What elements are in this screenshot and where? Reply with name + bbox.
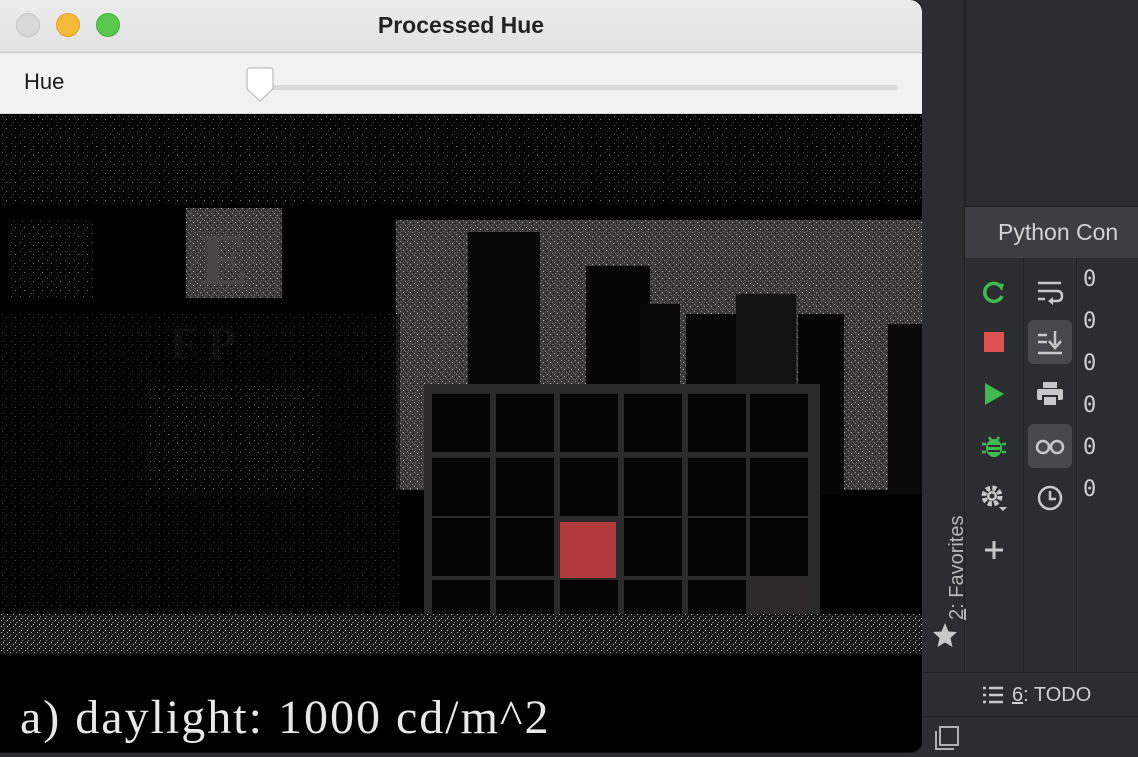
color-checker-grid	[424, 384, 820, 646]
gear-icon	[981, 485, 1007, 511]
bug-icon	[982, 436, 1006, 457]
top-noise-region	[0, 114, 922, 204]
scroll-to-end-icon	[1038, 331, 1062, 355]
todo-tab-text: : TODO	[1023, 683, 1092, 706]
settings-button[interactable]	[972, 476, 1016, 520]
soft-wrap-icon	[1038, 281, 1064, 305]
hue-toolbar: Hue	[0, 53, 922, 114]
soft-wrap-button[interactable]	[1028, 270, 1072, 314]
list-icon	[983, 686, 1003, 704]
rerun-button[interactable]	[972, 270, 1016, 314]
python-console-output[interactable]: 0 0 0 0 0 0	[1077, 258, 1138, 672]
console-line: 0	[1083, 393, 1097, 418]
console-line: 0	[1083, 351, 1097, 376]
debug-button[interactable]	[972, 424, 1016, 468]
hue-image-canvas: E F P	[0, 114, 922, 752]
window-titlebar[interactable]: Processed Hue	[0, 0, 922, 53]
plus-icon	[985, 541, 1003, 559]
printer-icon	[1037, 382, 1063, 407]
processed-hue-image: E F P	[0, 114, 922, 752]
add-button[interactable]	[972, 528, 1016, 572]
clock-icon	[1037, 485, 1063, 511]
favorites-tab-text: : Favorites	[946, 515, 968, 609]
console-title: Python Con	[998, 219, 1119, 245]
left-wall-noise	[8, 219, 93, 299]
console-line: 0	[1083, 309, 1097, 334]
show-variables-button[interactable]	[1028, 424, 1072, 468]
toggle-tool-windows-icon[interactable]	[934, 725, 960, 751]
glasses-icon	[1035, 439, 1065, 455]
status-bar	[922, 716, 1138, 757]
ide-editor-area	[965, 0, 1138, 206]
console-options-column	[1024, 258, 1077, 672]
eye-chart-letter-e: E	[200, 220, 248, 300]
console-tool-header[interactable]: Python Con	[965, 206, 1138, 260]
hue-slider-label: Hue	[24, 69, 65, 94]
stop-button[interactable]	[972, 320, 1016, 364]
stop-icon	[984, 332, 1004, 352]
image-caption: a) daylight: 1000 cd/m^2	[20, 691, 551, 744]
window-title: Processed Hue	[377, 12, 545, 38]
todo-tab-label: 6: TODO	[1012, 684, 1091, 707]
favorites-tab-label: 2: Favorites	[946, 516, 969, 620]
hue-slider-track[interactable]	[252, 85, 898, 90]
processed-hue-window: Processed Hue Hue E a) daylight: 1000 cd…	[0, 0, 922, 752]
console-actions-column	[965, 258, 1024, 672]
rerun-icon	[983, 281, 1004, 304]
favorites-tab-number: 2	[946, 608, 968, 620]
print-button[interactable]	[1028, 372, 1072, 416]
history-button[interactable]	[1028, 476, 1072, 520]
todo-tab-number: 6	[1012, 683, 1024, 706]
ide-panel: Python Con 0 0 0 0 0 0 2: Favorites 6: T…	[922, 0, 1138, 757]
console-line: 0	[1083, 267, 1097, 292]
red-color-patch	[560, 522, 616, 578]
scroll-to-end-button[interactable]	[1028, 320, 1072, 364]
star-icon	[933, 623, 957, 647]
run-icon	[985, 383, 1004, 405]
floor-noise-band	[0, 614, 922, 654]
console-line: 0	[1083, 477, 1097, 502]
console-line: 0	[1083, 435, 1097, 460]
hue-slider-thumb[interactable]	[244, 67, 276, 103]
todo-tool-tab[interactable]: 6: TODO	[982, 675, 1091, 715]
run-button[interactable]	[972, 372, 1016, 416]
